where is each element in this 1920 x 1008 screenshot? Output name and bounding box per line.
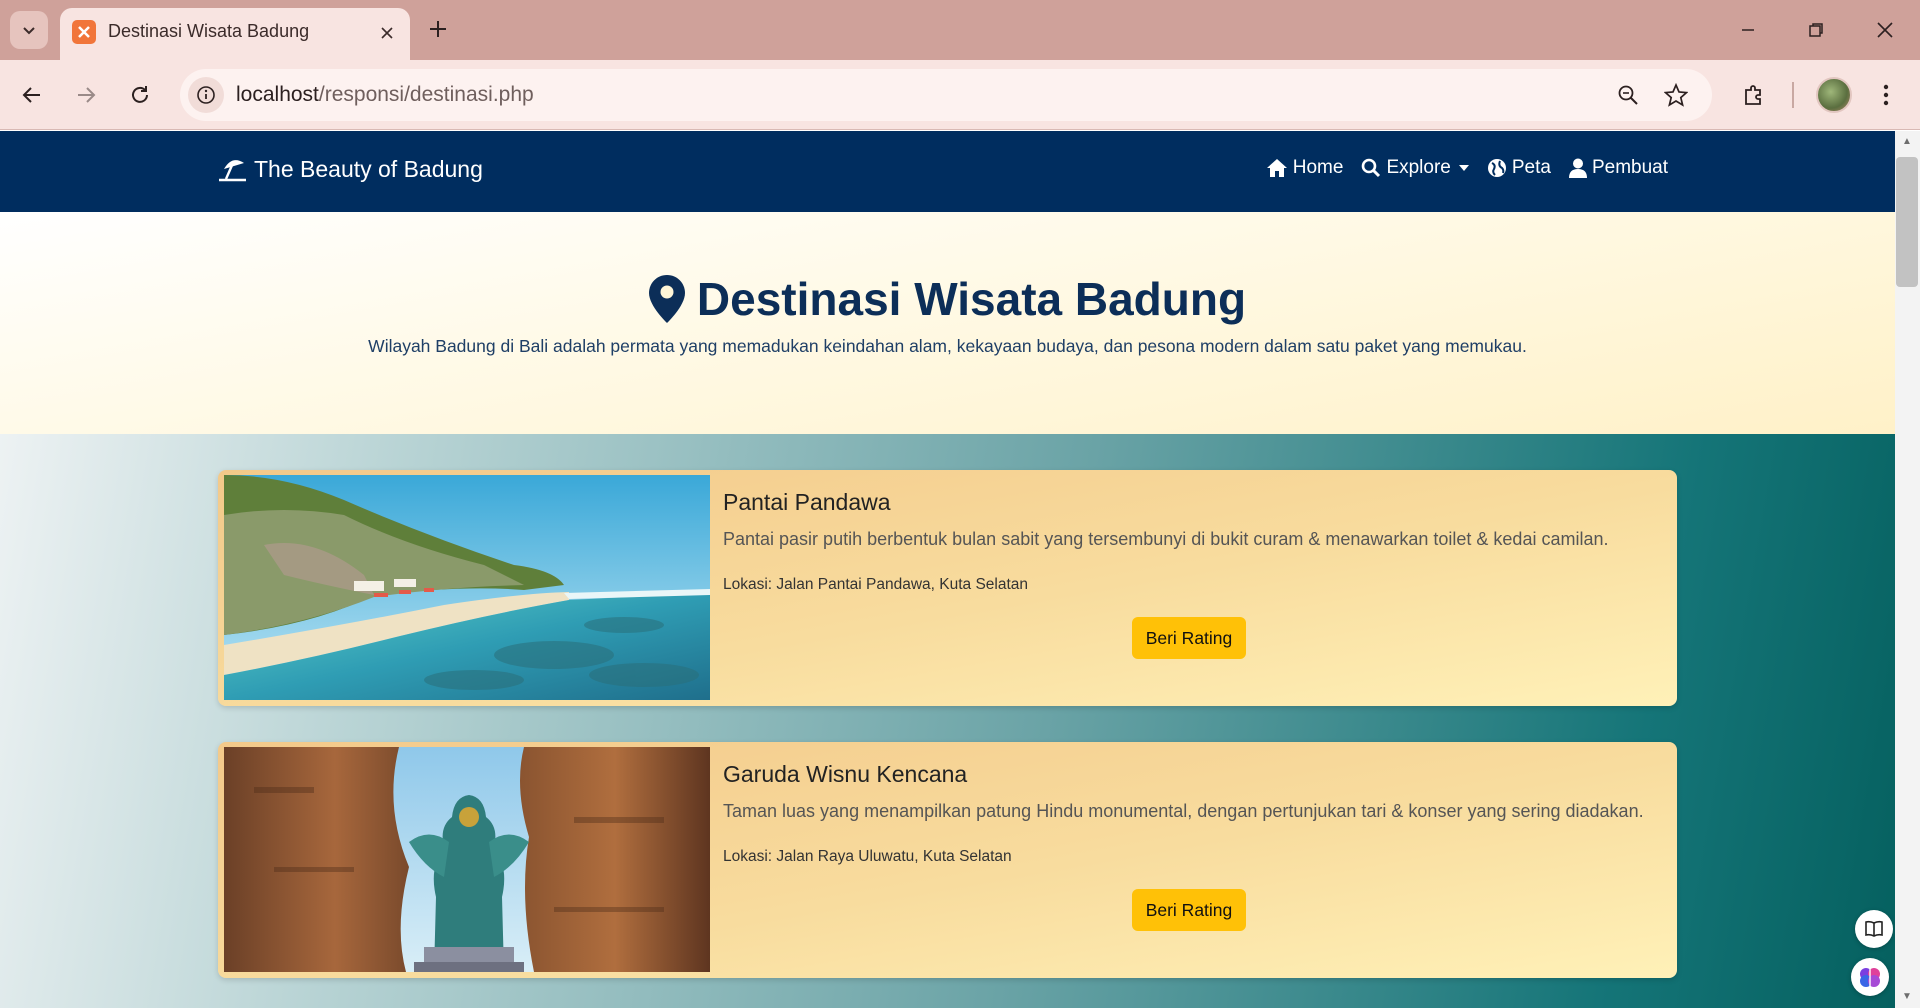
ai-assistant-button[interactable] bbox=[1851, 958, 1889, 996]
site-nav-links: Home Explore Peta Pembuat bbox=[1266, 157, 1668, 179]
garuda-wisnu-kencana-image bbox=[224, 747, 710, 972]
rate-button[interactable]: Beri Rating bbox=[1132, 617, 1246, 659]
nav-pembuat-label: Pembuat bbox=[1591, 157, 1668, 178]
url-path: /responsi/destinasi.php bbox=[318, 83, 534, 106]
restore-button[interactable] bbox=[1796, 12, 1836, 48]
nav-explore-dropdown[interactable]: Explore bbox=[1361, 157, 1469, 179]
kebab-menu-icon bbox=[1883, 84, 1889, 106]
book-icon bbox=[1865, 920, 1883, 937]
destination-title: Pantai Pandawa bbox=[723, 489, 891, 515]
menu-button[interactable] bbox=[1868, 77, 1904, 113]
page-title-text: Destinasi Wisata Badung bbox=[696, 273, 1247, 325]
restore-icon bbox=[1809, 23, 1823, 37]
rate-button[interactable]: Beri Rating bbox=[1132, 889, 1246, 931]
arrow-right-icon bbox=[78, 87, 96, 103]
arrow-left-icon bbox=[22, 87, 40, 103]
scroll-down-arrow-icon[interactable]: ▼ bbox=[1900, 990, 1914, 1004]
brain-icon bbox=[1860, 968, 1880, 987]
beach-umbrella-icon bbox=[219, 159, 246, 181]
address-bar[interactable]: localhost/responsi/destinasi.php bbox=[180, 69, 1712, 121]
nav-explore-label: Explore bbox=[1386, 157, 1451, 178]
page-viewport: The Beauty of Badung Home Explore Peta P… bbox=[0, 131, 1895, 1008]
xampp-favicon-icon bbox=[72, 20, 96, 44]
nav-peta[interactable]: Peta bbox=[1487, 157, 1551, 179]
zoom-icon[interactable] bbox=[1614, 81, 1642, 109]
page-subtitle: Wilayah Badung di Bali adalah permata ya… bbox=[368, 336, 1527, 356]
close-icon bbox=[1877, 22, 1893, 38]
user-icon bbox=[1568, 158, 1587, 178]
page-title: Destinasi Wisata Badung bbox=[0, 272, 1895, 326]
scroll-up-arrow-icon[interactable]: ▲ bbox=[1900, 135, 1914, 149]
destination-location: Lokasi: Jalan Pantai Pandawa, Kuta Selat… bbox=[723, 576, 1029, 593]
caret-down-icon bbox=[1458, 165, 1469, 171]
toolbar-divider bbox=[1792, 82, 1794, 108]
reload-button[interactable] bbox=[122, 77, 158, 113]
destination-location: Lokasi: Jalan Raya Uluwatu, Kuta Selatan bbox=[723, 848, 1012, 865]
reload-icon bbox=[132, 86, 148, 103]
url-text: localhost/responsi/destinasi.php bbox=[236, 83, 534, 107]
destination-description: Pantai pasir putih berbentuk bulan sabit… bbox=[723, 529, 1609, 549]
bookmark-star-icon[interactable] bbox=[1662, 81, 1690, 109]
destination-description: Taman luas yang menampilkan patung Hindu… bbox=[723, 801, 1644, 821]
browser-toolbar: localhost/responsi/destinasi.php bbox=[0, 60, 1920, 130]
nav-home[interactable]: Home bbox=[1266, 157, 1344, 179]
destination-list: Pantai Pandawa Pantai pasir putih berben… bbox=[0, 434, 1895, 1008]
close-window-button[interactable] bbox=[1865, 12, 1905, 48]
search-icon bbox=[1362, 158, 1381, 178]
nav-home-label: Home bbox=[1292, 157, 1344, 178]
nav-pembuat[interactable]: Pembuat bbox=[1568, 157, 1668, 179]
profile-avatar[interactable] bbox=[1816, 77, 1852, 113]
browser-tabstrip: Destinasi Wisata Badung bbox=[0, 0, 1920, 60]
extensions-button[interactable] bbox=[1736, 77, 1772, 113]
destination-title: Garuda Wisnu Kencana bbox=[723, 761, 968, 787]
site-brand[interactable]: The Beauty of Badung bbox=[218, 156, 483, 183]
new-tab-button[interactable] bbox=[424, 15, 452, 43]
chevron-down-icon bbox=[23, 27, 35, 35]
scrollbar-thumb[interactable] bbox=[1896, 157, 1918, 287]
tab-search-button[interactable] bbox=[10, 11, 48, 49]
puzzle-icon bbox=[1745, 85, 1761, 105]
home-icon bbox=[1266, 159, 1287, 177]
destination-card: Garuda Wisnu Kencana Taman luas yang men… bbox=[218, 742, 1677, 978]
nav-peta-label: Peta bbox=[1511, 157, 1551, 178]
site-navbar: The Beauty of Badung Home Explore Peta P… bbox=[0, 131, 1895, 212]
reading-mode-button[interactable] bbox=[1855, 910, 1893, 948]
hero-section: Destinasi Wisata Badung Wilayah Badung d… bbox=[0, 212, 1895, 434]
tab-close-icon[interactable] bbox=[376, 22, 398, 44]
back-button[interactable] bbox=[14, 77, 50, 113]
forward-button[interactable] bbox=[68, 77, 104, 113]
destination-card: Pantai Pandawa Pantai pasir putih berben… bbox=[218, 470, 1677, 706]
minimize-icon bbox=[1742, 29, 1754, 31]
globe-icon bbox=[1487, 159, 1506, 177]
site-info-icon[interactable] bbox=[188, 77, 224, 113]
map-pin-icon bbox=[648, 275, 685, 323]
browser-tab[interactable]: Destinasi Wisata Badung bbox=[60, 8, 410, 60]
url-host: localhost bbox=[236, 83, 319, 106]
plus-icon bbox=[430, 21, 446, 37]
minimize-button[interactable] bbox=[1728, 12, 1768, 48]
tab-title: Destinasi Wisata Badung bbox=[108, 21, 310, 41]
pantai-pandawa-image bbox=[224, 475, 710, 700]
site-brand-label: The Beauty of Badung bbox=[254, 156, 483, 182]
